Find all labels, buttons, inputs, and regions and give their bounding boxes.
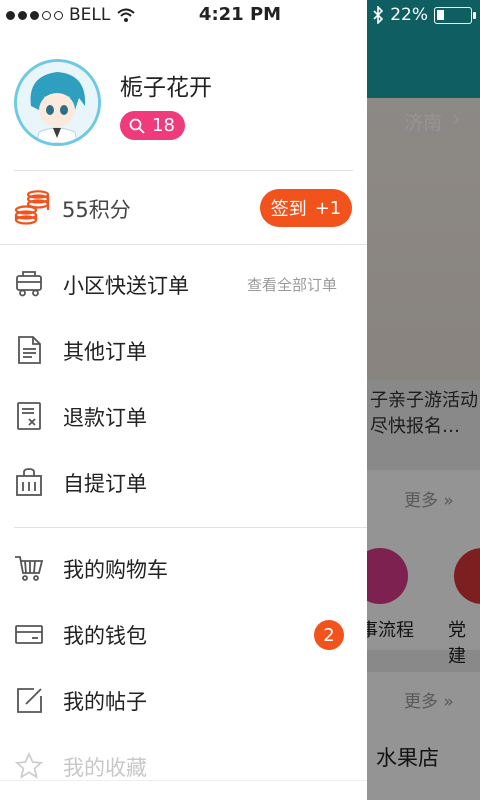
battery-percent: 22% — [390, 5, 428, 25]
menu-item-other-orders[interactable]: 其他订单 — [0, 317, 367, 383]
search-level-icon — [129, 118, 145, 134]
level-value: 18 — [152, 115, 175, 136]
menu-item-label: 我的收藏 — [63, 756, 147, 780]
wallet-icon — [15, 625, 43, 644]
view-all-orders-link[interactable]: 查看全部订单 — [247, 274, 337, 295]
menu-item-label: 我的钱包 — [63, 624, 147, 648]
menu-item-label: 自提订单 — [63, 472, 147, 496]
sign-in-bonus: +1 — [314, 197, 342, 219]
side-drawer: 栀子花开 18 55积分 签到 +1 小区快送订单 查看全部订单 其他订单 退款… — [0, 0, 367, 800]
menu-item-pickup-orders[interactable]: 自提订单 — [0, 449, 367, 515]
menu-item-label: 小区快送订单 — [63, 274, 189, 298]
points-row: 55积分 签到 +1 — [0, 171, 367, 244]
divider — [14, 527, 367, 528]
edit-post-icon — [17, 688, 42, 713]
wallet-count-badge: 2 — [314, 620, 344, 650]
avatar[interactable] — [14, 59, 101, 146]
menu-item-favorites[interactable]: 我的收藏 — [0, 733, 367, 799]
divider — [0, 244, 367, 245]
shopping-bag-icon — [16, 468, 42, 496]
level-badge: 18 — [120, 111, 185, 140]
points-balance: 55积分 — [62, 198, 131, 222]
profile-section[interactable]: 栀子花开 18 — [0, 30, 367, 170]
divider — [0, 780, 367, 781]
menu-item-label: 我的帖子 — [63, 690, 147, 714]
status-bar: BELL 4:21 PM 22% — [0, 0, 480, 30]
bluetooth-icon — [373, 6, 384, 24]
menu-item-my-posts[interactable]: 我的帖子 — [0, 667, 367, 733]
refund-receipt-icon — [17, 402, 41, 430]
battery-fill — [437, 9, 444, 20]
menu-item-label: 其他订单 — [63, 340, 147, 364]
menu-item-wallet[interactable]: 我的钱包 2 — [0, 601, 367, 667]
star-icon — [14, 751, 44, 779]
username: 栀子花开 — [120, 75, 212, 101]
sign-in-button[interactable]: 签到 +1 — [260, 189, 352, 227]
document-icon — [18, 336, 41, 364]
menu-item-label: 退款订单 — [63, 406, 147, 430]
sign-in-label: 签到 — [270, 199, 307, 220]
delivery-truck-icon — [16, 271, 42, 297]
battery-icon — [434, 6, 476, 24]
cart-icon — [15, 556, 44, 581]
coins-icon — [14, 190, 50, 230]
status-right: 22% — [372, 5, 476, 25]
menu-item-community-delivery-orders[interactable]: 小区快送订单 查看全部订单 — [0, 251, 367, 317]
menu-item-shopping-cart[interactable]: 我的购物车 — [0, 535, 367, 601]
menu-item-refund-orders[interactable]: 退款订单 — [0, 383, 367, 449]
menu-item-label: 我的购物车 — [63, 558, 168, 582]
